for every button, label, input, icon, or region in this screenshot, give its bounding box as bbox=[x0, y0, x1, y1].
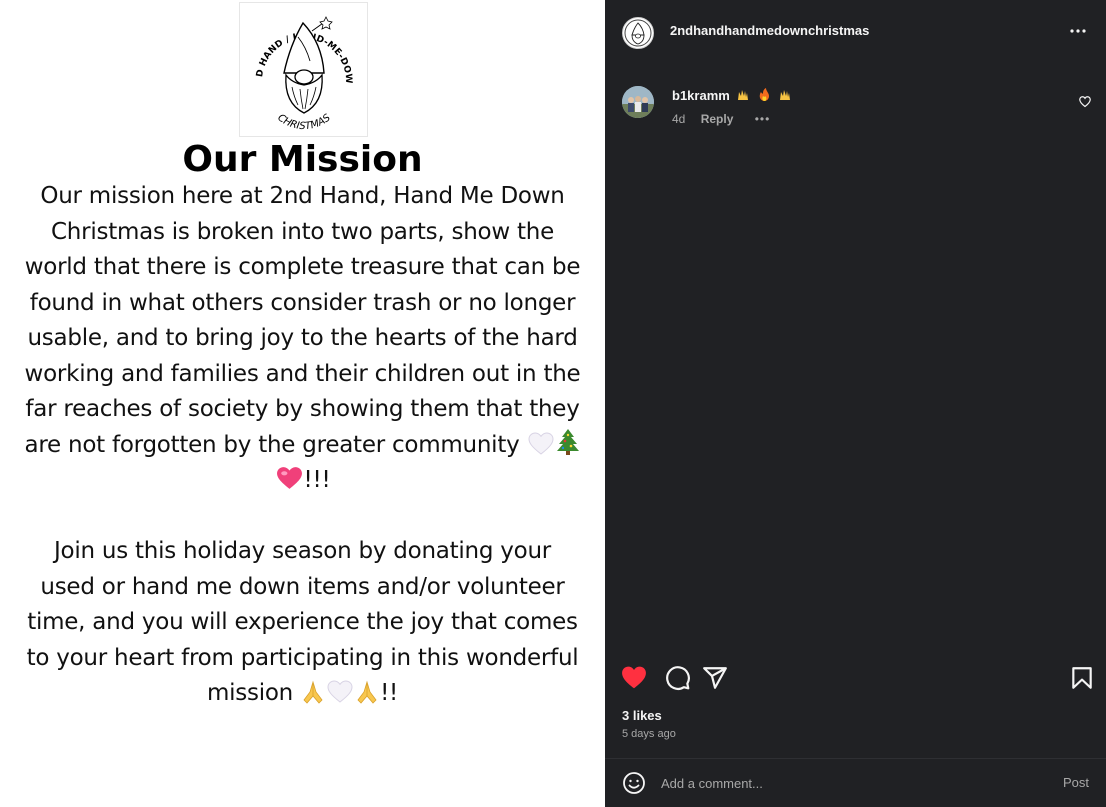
svg-text:CHRISTMAS: CHRISTMAS bbox=[275, 112, 333, 132]
mission-line: Join us this holiday season by donating … bbox=[54, 538, 551, 564]
pink-heart-icon bbox=[276, 467, 302, 489]
commenter-avatar[interactable] bbox=[622, 86, 654, 118]
comment-age: 4d bbox=[672, 112, 686, 126]
mission-line: Our mission here at 2nd Hand, Hand Me Do… bbox=[40, 183, 565, 209]
comment-options-button[interactable]: ••• bbox=[755, 112, 771, 126]
more-horizontal-icon[interactable] bbox=[1068, 20, 1088, 42]
mission-line: used or hand me down items and/or volunt… bbox=[40, 573, 565, 600]
account-avatar[interactable] bbox=[622, 17, 654, 49]
mission-line: time, and you will experience the joy th… bbox=[27, 609, 578, 635]
mission-line-with-emoji: are not forgotten by the greater communi… bbox=[0, 428, 605, 464]
likes-count[interactable]: 3 likes bbox=[622, 708, 662, 723]
folded-hands-icon bbox=[357, 680, 377, 704]
folded-hands-icon bbox=[303, 680, 323, 704]
post-comment-button[interactable]: Post bbox=[1063, 775, 1089, 790]
raised-hands-icon bbox=[780, 90, 790, 100]
group-photo-icon bbox=[622, 86, 654, 118]
mission-text: Our mission here at 2nd Hand, Hand Me Do… bbox=[0, 179, 605, 712]
fire-icon bbox=[759, 88, 769, 101]
mission-line: far reaches of society by showing them t… bbox=[25, 396, 580, 422]
mission-title: Our Mission bbox=[182, 139, 423, 180]
exclamation-text: !! bbox=[380, 680, 399, 706]
reply-button[interactable]: Reply bbox=[701, 112, 734, 126]
mission-line: world that there is complete treasure th… bbox=[24, 254, 581, 280]
mission-line: found in what others consider trash or n… bbox=[29, 289, 576, 316]
white-heart-icon bbox=[327, 680, 353, 703]
add-comment-bar: Post bbox=[605, 758, 1106, 807]
post-viewer: 2ND HAND / HAND-ME-DOWN CHRISTMAS Our Mi… bbox=[0, 0, 1106, 807]
comment-emoji-icon bbox=[738, 88, 790, 101]
mission-line: to your heart from participating in this… bbox=[26, 644, 579, 671]
exclamation-text: !!! bbox=[303, 467, 331, 493]
mission-line: mission bbox=[206, 680, 294, 706]
post-image[interactable]: 2ND HAND / HAND-ME-DOWN CHRISTMAS Our Mi… bbox=[0, 0, 605, 807]
mission-line: usable, and to bring joy to the hearts o… bbox=[27, 325, 578, 351]
comments-panel: 2ndhandhandmedownchristmas b1kramm 4d Re… bbox=[605, 0, 1106, 807]
mission-line: Christmas is broken into two parts, show… bbox=[51, 218, 554, 245]
post-actions bbox=[605, 665, 1106, 695]
share-icon[interactable] bbox=[702, 665, 728, 691]
heart-filled-icon[interactable] bbox=[621, 665, 647, 691]
comment-text bbox=[736, 88, 794, 103]
mission-line-end: !!! bbox=[0, 463, 605, 499]
emoji-picker-icon[interactable] bbox=[622, 771, 646, 795]
post-time: 5 days ago bbox=[622, 728, 676, 740]
comment-icon[interactable] bbox=[665, 665, 691, 691]
white-heart-icon bbox=[528, 431, 554, 455]
mission-line: working and families and their children … bbox=[24, 360, 581, 387]
logo-arc-bottom-text: CHRISTMAS bbox=[275, 112, 333, 132]
commenter-username[interactable]: b1kramm bbox=[672, 88, 730, 103]
christmas-tree-icon bbox=[556, 428, 579, 455]
mission-line-with-emoji: mission !! bbox=[0, 676, 605, 712]
bookmark-icon[interactable] bbox=[1069, 665, 1095, 691]
comment-meta: 4d Reply ••• bbox=[672, 112, 770, 126]
comment-input[interactable] bbox=[661, 771, 1041, 795]
raised-hands-icon bbox=[738, 90, 748, 100]
comment-like-icon[interactable] bbox=[1079, 95, 1091, 108]
post-header: 2ndhandhandmedownchristmas bbox=[605, 0, 1106, 62]
gnome-logo-icon bbox=[624, 19, 652, 47]
account-username[interactable]: 2ndhandhandmedownchristmas bbox=[670, 23, 869, 38]
brand-logo: 2ND HAND / HAND-ME-DOWN CHRISTMAS bbox=[239, 2, 368, 137]
mission-line: are not forgotten by the greater communi… bbox=[24, 431, 520, 458]
